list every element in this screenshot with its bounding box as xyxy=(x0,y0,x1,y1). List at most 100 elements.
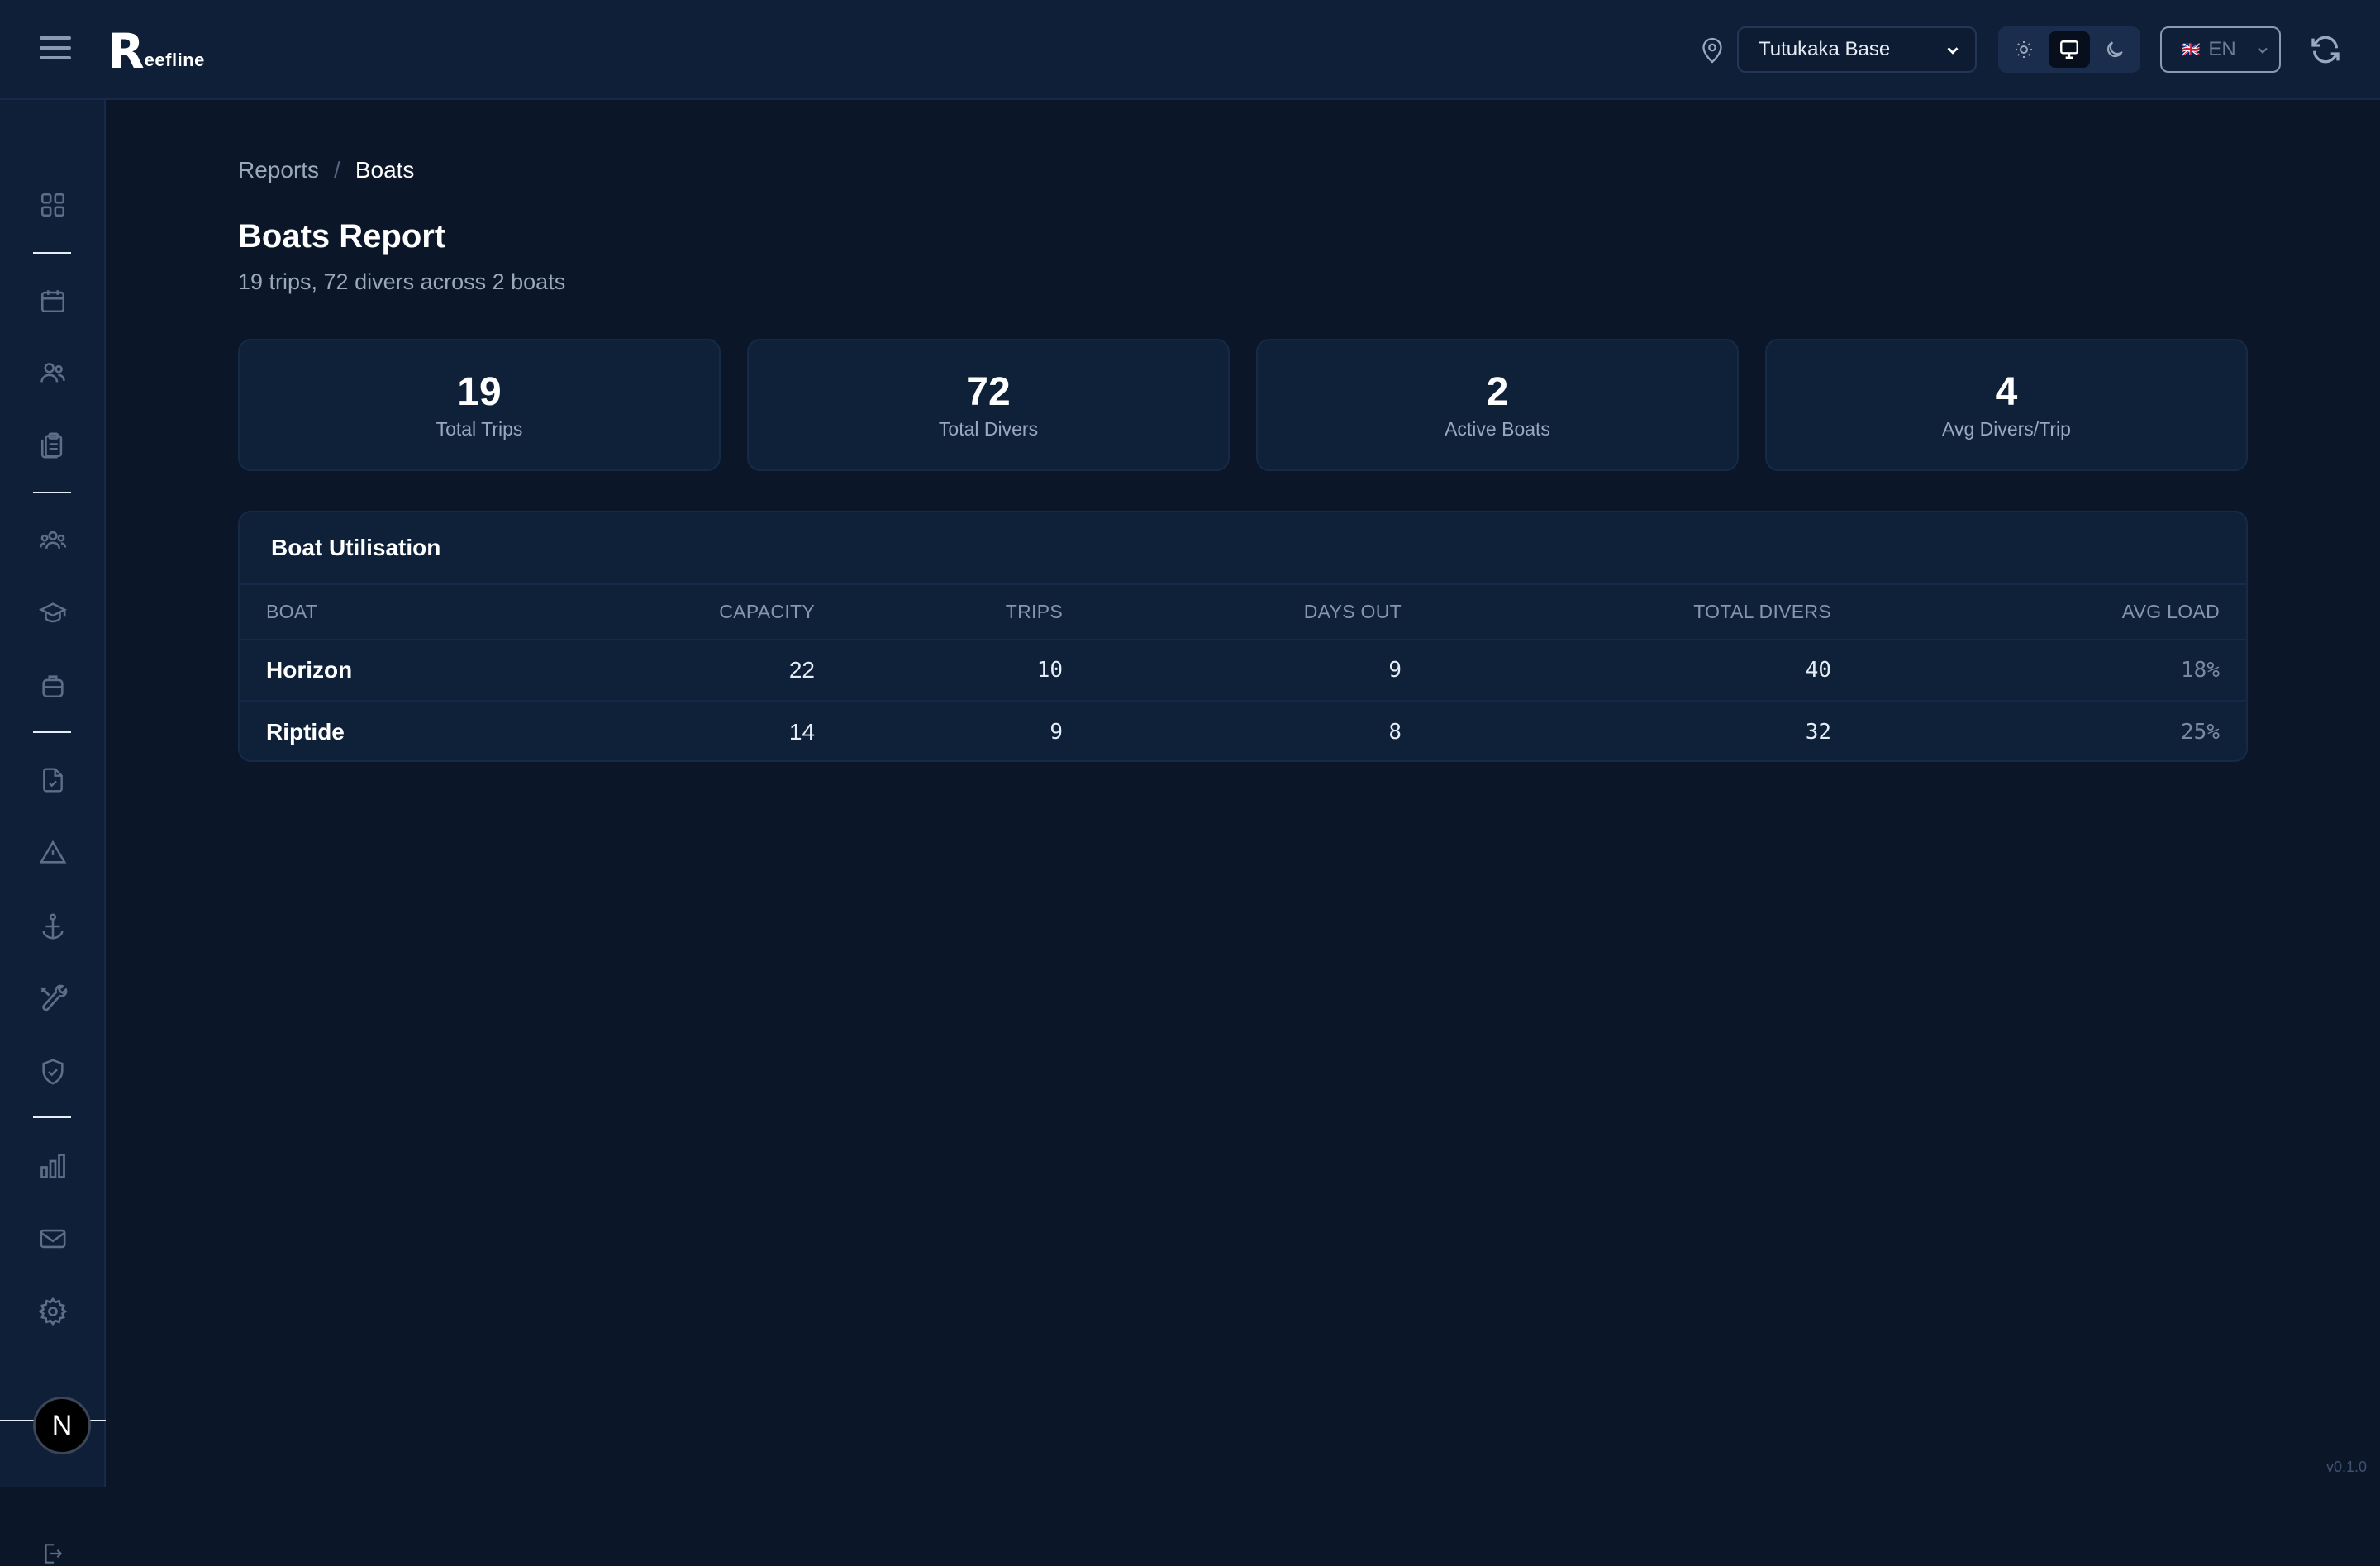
table-row[interactable]: Horizon 22 10 9 40 18% xyxy=(240,640,2246,701)
sidebar-item-customers[interactable] xyxy=(35,355,71,391)
sidebar-divider xyxy=(33,252,71,254)
sidebar-item-settings[interactable] xyxy=(35,1293,71,1330)
theme-light-button[interactable] xyxy=(2003,31,2044,68)
cell-avg-load: 25% xyxy=(1858,701,2246,762)
user-avatar[interactable]: N xyxy=(33,1397,91,1454)
cell-capacity: 14 xyxy=(554,701,841,762)
column-header-avg-load[interactable]: AVG LOAD xyxy=(1858,585,2246,640)
cell-boat: Riptide xyxy=(240,701,554,762)
sidebar-item-maintenance[interactable] xyxy=(35,981,71,1017)
breadcrumb-reports-link[interactable]: Reports xyxy=(238,157,319,183)
refresh-icon[interactable] xyxy=(2309,33,2342,66)
sidebar-item-reports[interactable] xyxy=(35,1148,71,1184)
moon-icon xyxy=(2104,39,2125,60)
sidebar-item-staff[interactable] xyxy=(35,522,71,559)
monitor-icon xyxy=(2059,39,2080,60)
customers-icon xyxy=(38,359,68,387)
column-header-boat[interactable]: BOAT xyxy=(240,585,554,640)
column-header-trips[interactable]: TRIPS xyxy=(841,585,1089,640)
boat-anchor-icon xyxy=(39,912,67,941)
app-logo[interactable]: R eefline xyxy=(107,25,205,74)
sun-icon xyxy=(2014,40,2034,59)
clipboard-icon xyxy=(39,431,67,459)
table-title: Boat Utilisation xyxy=(240,512,2246,585)
stat-card-total-divers: 72 Total Divers xyxy=(747,339,1230,471)
top-bar: R eefline Tutukaka Base 🇬🇧 EN xyxy=(0,0,2380,100)
sidebar-item-compliance[interactable] xyxy=(35,1054,71,1090)
theme-dark-button[interactable] xyxy=(2095,31,2135,68)
table-row[interactable]: Riptide 14 9 8 32 25% xyxy=(240,701,2246,762)
dashboard-grid-icon xyxy=(39,191,67,219)
logo-wordmark: eefline xyxy=(145,50,205,71)
sidebar-item-boats[interactable] xyxy=(35,908,71,945)
column-header-days-out[interactable]: DAYS OUT xyxy=(1089,585,1428,640)
sidebar-item-documents[interactable] xyxy=(35,762,71,798)
sidebar-item-calendar[interactable] xyxy=(35,283,71,319)
cell-capacity: 22 xyxy=(554,640,841,701)
sidebar-item-equipment[interactable] xyxy=(35,668,71,704)
chevron-down-icon xyxy=(1944,41,1962,59)
theme-system-button[interactable] xyxy=(2049,31,2089,68)
cell-trips: 10 xyxy=(841,640,1089,701)
cell-days-out: 9 xyxy=(1089,640,1428,701)
location-select[interactable]: Tutukaka Base xyxy=(1737,26,1977,73)
breadcrumb-separator: / xyxy=(334,157,340,183)
cell-trips: 9 xyxy=(841,701,1089,762)
breadcrumb-current: Boats xyxy=(355,157,415,183)
stat-value: 4 xyxy=(1996,370,2018,415)
sign-out-icon[interactable] xyxy=(41,1541,63,1566)
sidebar-divider xyxy=(33,731,71,733)
cell-total-divers: 32 xyxy=(1428,701,1858,762)
sidebar-divider xyxy=(33,1116,71,1118)
stat-label: Total Divers xyxy=(939,418,1038,440)
stat-card-total-trips: 19 Total Trips xyxy=(238,339,721,471)
sidebar-item-dashboard[interactable] xyxy=(35,187,71,223)
chevron-down-icon xyxy=(2254,42,2271,59)
page-title: Boats Report xyxy=(238,218,445,255)
menu-toggle-icon[interactable] xyxy=(40,36,71,63)
stat-label: Active Boats xyxy=(1445,418,1550,440)
cell-days-out: 8 xyxy=(1089,701,1428,762)
stats-row: 19 Total Trips 72 Total Divers 2 Active … xyxy=(238,339,2248,471)
cell-boat: Horizon xyxy=(240,640,554,701)
sidebar-item-bookings[interactable] xyxy=(35,427,71,464)
breadcrumb: Reports / Boats xyxy=(238,157,414,183)
stat-label: Avg Divers/Trip xyxy=(1942,418,2071,440)
logo-mark: R xyxy=(107,28,143,74)
column-header-total-divers[interactable]: TOTAL DIVERS xyxy=(1428,585,1858,640)
courses-icon xyxy=(37,599,69,627)
cell-total-divers: 40 xyxy=(1428,640,1858,701)
sidebar-divider xyxy=(33,492,71,493)
shield-check-icon xyxy=(39,1057,67,1087)
page-subtitle: 19 trips, 72 divers across 2 boats xyxy=(238,269,565,295)
language-select[interactable]: 🇬🇧 EN xyxy=(2160,26,2281,73)
calendar-icon xyxy=(39,287,67,315)
table-header-row: BOAT CAPACITY TRIPS DAYS OUT TOTAL DIVER… xyxy=(240,585,2246,640)
stat-card-active-boats: 2 Active Boats xyxy=(1256,339,1739,471)
tools-icon xyxy=(38,984,68,1014)
incident-icon xyxy=(38,839,68,867)
settings-icon xyxy=(38,1297,68,1326)
map-pin-icon xyxy=(1701,36,1724,64)
mail-icon xyxy=(38,1225,68,1253)
stat-label: Total Trips xyxy=(436,418,523,440)
team-icon xyxy=(37,526,69,555)
sidebar-item-messages[interactable] xyxy=(35,1221,71,1257)
equipment-icon xyxy=(39,672,67,700)
stat-card-avg-divers-per-trip: 4 Avg Divers/Trip xyxy=(1765,339,2248,471)
boat-utilisation-table: BOAT CAPACITY TRIPS DAYS OUT TOTAL DIVER… xyxy=(240,585,2246,762)
boat-utilisation-card: Boat Utilisation BOAT CAPACITY TRIPS DAY… xyxy=(238,511,2248,762)
sidebar-item-courses[interactable] xyxy=(35,595,71,631)
theme-switcher xyxy=(1998,26,2140,73)
sidebar-item-incidents[interactable] xyxy=(35,835,71,871)
column-header-capacity[interactable]: CAPACITY xyxy=(554,585,841,640)
language-code: EN xyxy=(2208,38,2235,61)
app-version: v0.1.0 xyxy=(2326,1459,2367,1476)
stat-value: 19 xyxy=(457,370,501,415)
reports-chart-icon xyxy=(38,1151,68,1181)
sidebar xyxy=(0,100,106,1487)
stat-value: 72 xyxy=(966,370,1010,415)
stat-value: 2 xyxy=(1487,370,1509,415)
cell-avg-load: 18% xyxy=(1858,640,2246,701)
flag-icon: 🇬🇧 xyxy=(2182,41,2200,59)
